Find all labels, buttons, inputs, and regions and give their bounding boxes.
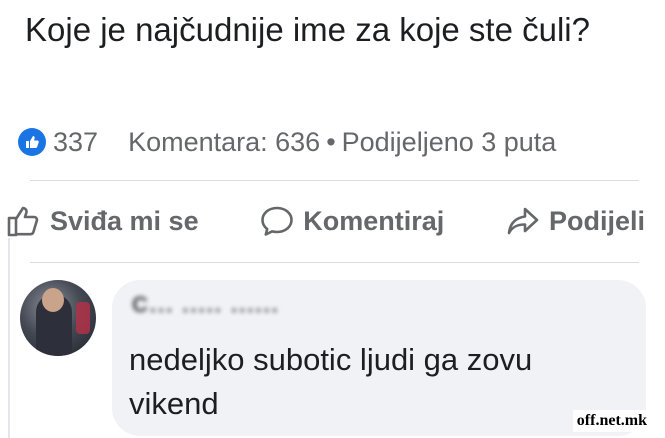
divider-bottom: [30, 262, 639, 263]
comment-button-label: Komentiraj: [303, 205, 445, 236]
divider-top: [30, 180, 639, 181]
comment-button[interactable]: Komentiraj: [259, 204, 444, 238]
separator-dot: •: [326, 126, 336, 157]
post-stats: 337 Komentara: 636 • Podijeljeno 3 puta: [18, 122, 649, 162]
comment-bubble: C... ..... ...... nedeljko subotic ljudi…: [112, 280, 646, 436]
like-button[interactable]: Sviđa mi se: [6, 204, 199, 238]
share-button-label: Podijeli: [548, 205, 645, 236]
avatar[interactable]: [20, 280, 96, 356]
thumbs-up-icon: [7, 206, 39, 237]
shares-count[interactable]: Podijeljeno 3 puta: [342, 127, 557, 158]
share-button[interactable]: Podijeli: [505, 204, 645, 238]
like-icon[interactable]: [18, 128, 46, 156]
comment-text: nedeljko subotic ljudi ga zovu vikend: [129, 342, 533, 421]
watermark: off.net.mk: [572, 410, 651, 432]
like-button-label: Sviđa mi se: [50, 205, 199, 236]
action-bar: Sviđa mi se Komentiraj Podijeli: [6, 196, 645, 246]
share-arrow-icon: [507, 207, 539, 235]
comment-author[interactable]: C... ..... ......: [132, 292, 280, 322]
post-title: Koje je najčudnije ime za koje ste čuli?: [25, 11, 590, 48]
comment-bubble-icon: [261, 206, 294, 236]
reactions-count[interactable]: 337: [53, 127, 98, 158]
comments-count[interactable]: Komentara: 636: [128, 127, 320, 158]
comment-thread-rail: [8, 238, 10, 438]
